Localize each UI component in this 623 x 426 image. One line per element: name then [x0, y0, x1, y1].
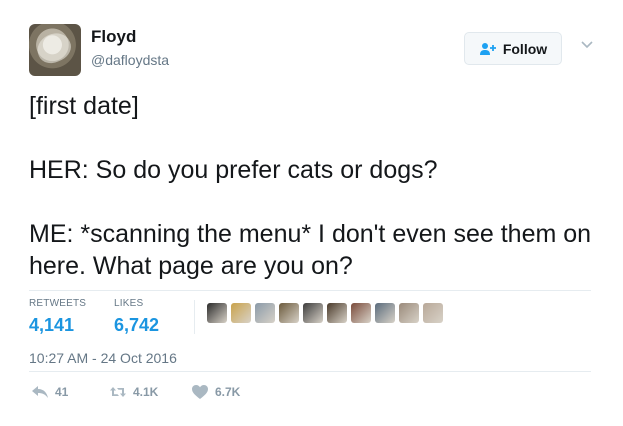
- likes-label: LIKES: [114, 298, 144, 309]
- stats-separator: [194, 300, 195, 334]
- add-user-icon: [479, 42, 496, 55]
- likes-value: 6,742: [114, 315, 160, 335]
- follow-label: Follow: [502, 40, 548, 57]
- tweet-line: ME: *scanning the menu* I don't even see…: [29, 220, 592, 280]
- liker-avatar[interactable]: [399, 303, 419, 323]
- reply-button[interactable]: 41: [31, 384, 109, 400]
- user-name[interactable]: Floyd: [91, 27, 136, 47]
- like-button[interactable]: 6.7K: [191, 384, 240, 400]
- liker-avatar[interactable]: [231, 303, 251, 323]
- tweet-line: [first date]: [29, 92, 139, 120]
- retweets-stat[interactable]: RETWEETS 4,141: [29, 298, 86, 336]
- tweet-timestamp[interactable]: 10:27 AM - 24 Oct 2016: [29, 350, 177, 366]
- reply-count: 41: [55, 385, 69, 399]
- tweet-line: HER: So do you prefer cats or dogs?: [29, 156, 438, 184]
- liker-avatar[interactable]: [351, 303, 371, 323]
- divider: [29, 371, 591, 372]
- liker-avatar[interactable]: [303, 303, 323, 323]
- liker-avatar[interactable]: [255, 303, 275, 323]
- liker-avatar[interactable]: [423, 303, 443, 323]
- likes-stat[interactable]: LIKES 6,742: [114, 298, 159, 336]
- retweet-button[interactable]: 4.1K: [109, 384, 191, 400]
- like-count: 6.7K: [215, 385, 241, 399]
- liker-avatars: [207, 303, 443, 323]
- liker-avatar[interactable]: [375, 303, 395, 323]
- divider: [29, 290, 591, 291]
- tweet-actions: 41 4.1K 6.7K: [29, 384, 240, 400]
- retweet-icon: [110, 387, 126, 397]
- retweets-label: RETWEETS: [29, 298, 87, 309]
- liker-avatar[interactable]: [207, 303, 227, 323]
- chevron-down-icon[interactable]: [580, 40, 594, 50]
- retweet-count: 4.1K: [133, 385, 159, 399]
- retweets-value: 4,141: [29, 315, 75, 335]
- user-handle[interactable]: @dafloydsta: [91, 52, 169, 68]
- liker-avatar[interactable]: [279, 303, 299, 323]
- reply-icon: [32, 386, 48, 398]
- heart-icon: [192, 385, 208, 399]
- follow-button[interactable]: Follow: [464, 32, 562, 65]
- avatar[interactable]: [29, 24, 81, 76]
- tweet-text: [first date] HER: So do you prefer cats …: [29, 90, 599, 314]
- liker-avatar[interactable]: [327, 303, 347, 323]
